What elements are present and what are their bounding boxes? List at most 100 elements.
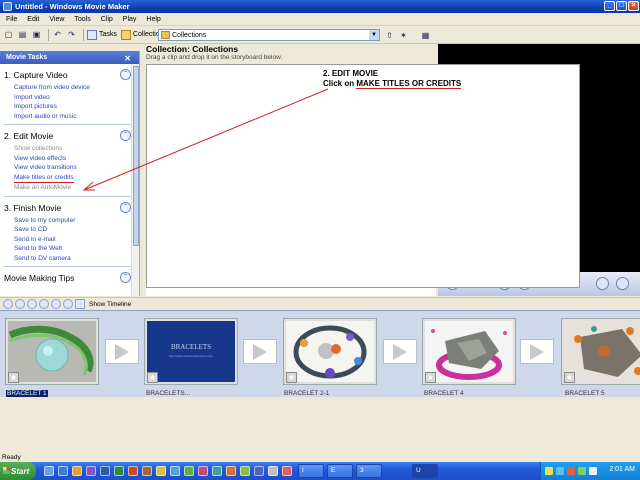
transition-cell[interactable] (383, 339, 417, 364)
task-save-to-cd[interactable]: Save to CD (14, 225, 139, 235)
outlook-icon[interactable] (72, 466, 82, 476)
app-icon[interactable] (268, 466, 278, 476)
transition-cell[interactable] (105, 339, 139, 364)
storyboard-clip[interactable]: ★ (5, 318, 99, 385)
collapse-chevron-icon[interactable]: ⌃ (120, 69, 131, 80)
show-timeline-button[interactable]: Show Timeline (89, 301, 131, 308)
task-send-in-email[interactable]: Send in e-mail (14, 235, 139, 245)
taskbar-window-button-active[interactable]: U (412, 464, 438, 478)
clip-effect-star-icon[interactable]: ★ (147, 372, 158, 383)
task-view-video-effects[interactable]: View video effects (14, 154, 139, 164)
up-folder-icon[interactable]: ⇧ (384, 30, 395, 41)
taskbar-window-button[interactable]: E (327, 464, 353, 478)
show-desktop-icon[interactable] (44, 466, 54, 476)
app-icon[interactable] (170, 466, 180, 476)
maximize-button[interactable]: □ (616, 1, 627, 11)
views-icon[interactable]: ▦ (420, 30, 431, 41)
access-icon[interactable] (142, 466, 152, 476)
media-player-icon[interactable] (86, 466, 96, 476)
transition-cell[interactable] (520, 339, 554, 364)
storyboard-clip[interactable]: ★ (561, 318, 640, 385)
menu-file[interactable]: File (6, 16, 17, 23)
close-button[interactable]: × (628, 1, 639, 11)
word-icon[interactable] (100, 466, 110, 476)
start-button[interactable]: Start (0, 462, 36, 480)
app-icon[interactable] (184, 466, 194, 476)
zoom-in-icon[interactable] (27, 299, 37, 309)
tasks-button[interactable]: Tasks (87, 29, 117, 40)
app-icon[interactable] (212, 466, 222, 476)
clip-effect-star-icon[interactable]: ★ (286, 372, 297, 383)
collapse-chevron-icon[interactable]: ⌃ (120, 130, 131, 141)
menu-tools[interactable]: Tools (74, 16, 90, 23)
menu-clip[interactable]: Clip (101, 16, 113, 23)
task-import-audio-or-music[interactable]: Import audio or music (14, 112, 139, 122)
task-import-pictures[interactable]: Import pictures (14, 102, 139, 112)
tray-icon[interactable] (556, 467, 564, 475)
open-project-icon[interactable]: ▤ (17, 29, 28, 40)
task-import-video[interactable]: Import video (14, 93, 139, 103)
app-icon[interactable] (226, 466, 236, 476)
undo-icon[interactable]: ↶ (52, 29, 63, 40)
app-icon[interactable] (254, 466, 264, 476)
clip-effect-star-icon[interactable]: ★ (8, 372, 19, 383)
storyboard-clip[interactable]: ★ (422, 318, 516, 385)
take-picture-icon[interactable] (596, 277, 609, 290)
section-capture-video[interactable]: 1. Capture Video ⌃ (4, 69, 135, 80)
minimize-button[interactable]: _ (604, 1, 615, 11)
tray-icon[interactable] (567, 467, 575, 475)
menu-play[interactable]: Play (123, 16, 137, 23)
collapse-chevron-icon[interactable]: ⌃ (120, 272, 131, 283)
menu-help[interactable]: Help (146, 16, 160, 23)
new-project-icon[interactable]: ▢ (3, 29, 14, 40)
redo-icon[interactable]: ↷ (66, 29, 77, 40)
scrollbar-thumb[interactable] (133, 66, 139, 246)
tray-icon[interactable] (545, 467, 553, 475)
chevron-down-icon[interactable]: ▼ (369, 30, 379, 40)
clip-label[interactable]: BRACELET 4 (424, 390, 464, 397)
collections-select[interactable]: Collections ▼ (158, 29, 380, 41)
zoom-out-icon[interactable] (39, 299, 49, 309)
storyboard-clip[interactable]: BRACELETS http://www.ambassadorstore.com… (144, 318, 238, 385)
save-project-icon[interactable]: ▣ (31, 29, 42, 40)
taskbar-window-button[interactable]: 3 (356, 464, 382, 478)
task-send-to-the-web[interactable]: Send to the Web (14, 244, 139, 254)
task-make-titles-or-credits[interactable]: Make titles or credits (14, 173, 74, 183)
new-collection-icon[interactable]: ✶ (398, 30, 409, 41)
collapse-chevron-icon[interactable]: ⌃ (120, 201, 131, 213)
section-movie-making-tips[interactable]: Movie Making Tips ⌃ (4, 272, 135, 283)
app-icon[interactable] (156, 466, 166, 476)
task-save-to-my-computer[interactable]: Save to my computer (14, 216, 139, 226)
taskbar-clock[interactable]: 2:01 AM (609, 466, 635, 473)
clip-label[interactable]: BRACELET 1 (6, 390, 48, 397)
set-audio-levels-icon[interactable] (3, 299, 13, 309)
storyboard-clip[interactable]: ★ (283, 318, 377, 385)
narrate-timeline-icon[interactable] (15, 299, 25, 309)
taskbar-window-button[interactable]: I (298, 464, 324, 478)
app-icon[interactable] (282, 466, 292, 476)
task-pane-scrollbar[interactable] (131, 64, 139, 296)
clip-effect-star-icon[interactable]: ★ (425, 372, 436, 383)
storyboard[interactable]: ★ BRACELET 1 BRACELETS http://www.ambass… (0, 310, 640, 397)
clip-effect-star-icon[interactable]: ★ (564, 372, 575, 383)
task-send-to-dv-camera[interactable]: Send to DV camera (14, 254, 139, 264)
fullscreen-icon[interactable] (616, 277, 629, 290)
close-pane-icon[interactable]: ✕ (124, 54, 131, 63)
tray-icon[interactable] (589, 467, 597, 475)
task-view-video-transitions[interactable]: View video transitions (14, 163, 139, 173)
transition-cell[interactable] (243, 339, 277, 364)
task-capture-from-video-device[interactable]: Capture from video device (14, 83, 139, 93)
internet-explorer-icon[interactable] (58, 466, 68, 476)
clip-label[interactable]: BRACELETS... (146, 390, 190, 397)
section-edit-movie[interactable]: 2. Edit Movie ⌃ (4, 130, 135, 141)
menu-view[interactable]: View (49, 16, 64, 23)
powerpoint-icon[interactable] (128, 466, 138, 476)
section-finish-movie[interactable]: 3. Finish Movie ⌃ (4, 201, 135, 213)
menu-edit[interactable]: Edit (27, 16, 39, 23)
rewind-storyboard-icon[interactable] (51, 299, 61, 309)
tray-icon[interactable] (578, 467, 586, 475)
excel-icon[interactable] (114, 466, 124, 476)
app-icon[interactable] (240, 466, 250, 476)
play-storyboard-icon[interactable] (63, 299, 73, 309)
clip-label[interactable]: BRACELET 2-1 (284, 390, 329, 397)
